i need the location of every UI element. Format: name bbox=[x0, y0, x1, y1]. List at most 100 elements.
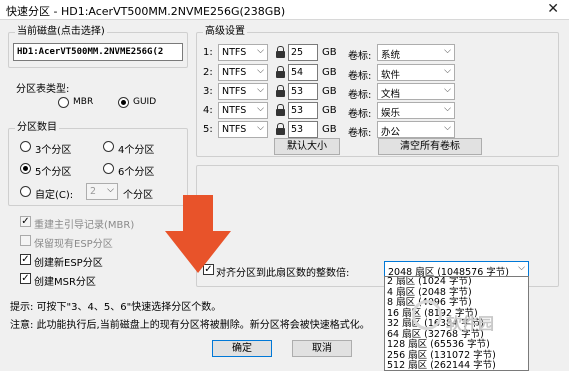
align-option[interactable]: 2 扇区 (1024 字节) bbox=[385, 277, 528, 288]
clear-labels-button[interactable]: 清空所有卷标 bbox=[378, 138, 482, 155]
lock-icon[interactable] bbox=[276, 66, 285, 79]
unit-label: GB bbox=[322, 105, 337, 116]
hint-tip: 提示: 可按下"3、4、5、6"快速选择分区个数。 bbox=[10, 302, 222, 313]
fs-value: NTFS bbox=[222, 105, 247, 116]
size-input[interactable]: 53 bbox=[288, 83, 318, 100]
row-index: 4: bbox=[203, 105, 213, 116]
radio-mbr[interactable] bbox=[58, 97, 69, 108]
volume-label-select[interactable]: 娱乐 ⌵ bbox=[377, 102, 455, 119]
row-index: 1: bbox=[203, 47, 213, 58]
title-bar: 快速分区 - HD1:AcerVT500MM.2NVME256G(238GB) … bbox=[0, 0, 569, 20]
down-arrow-icon bbox=[165, 195, 231, 273]
create-esp-label: 创建新ESP分区 bbox=[34, 258, 103, 269]
fs-value: NTFS bbox=[222, 67, 247, 78]
rebuild-mbr-label: 重建主引导记录(MBR) bbox=[34, 220, 135, 231]
create-msr-label: 创建MSR分区 bbox=[34, 277, 96, 288]
chevron-down-icon: ⌵ bbox=[444, 46, 451, 56]
keep-esp-label: 保留现有ESP分区 bbox=[34, 239, 113, 250]
volume-label-select[interactable]: 系统 ⌵ bbox=[377, 44, 455, 61]
volume-label-value: 文档 bbox=[381, 89, 401, 100]
chevron-down-icon: ⌵ bbox=[444, 104, 451, 114]
hint-warning: 注意: 此功能执行后,当前磁盘上的现有分区将被删除。新分区将会被快速格式化。 bbox=[10, 320, 370, 331]
volume-label-value: 办公 bbox=[381, 127, 401, 138]
fs-select[interactable]: NTFS ⌵ bbox=[218, 102, 268, 119]
fs-value: NTFS bbox=[222, 124, 247, 135]
size-input[interactable]: 53 bbox=[288, 102, 318, 119]
chevron-down-icon: ⌵ bbox=[107, 185, 114, 195]
guid-label: GUID bbox=[133, 97, 157, 107]
custom-count-value: 2 bbox=[90, 186, 97, 197]
chevron-down-icon: ⌵ bbox=[444, 123, 451, 133]
lock-icon[interactable] bbox=[276, 123, 285, 136]
size-input[interactable]: 25 bbox=[288, 44, 318, 61]
chevron-down-icon: ⌵ bbox=[444, 66, 451, 76]
radio-guid[interactable] bbox=[118, 97, 129, 108]
create-msr-checkbox[interactable]: ✓ bbox=[20, 273, 31, 284]
radio-5-label: 5个分区 bbox=[35, 167, 72, 178]
radio-4-partitions[interactable] bbox=[103, 141, 114, 152]
chevron-down-icon: ⌵ bbox=[257, 85, 264, 95]
unit-label: GB bbox=[322, 67, 337, 78]
unit-label: GB bbox=[322, 47, 337, 58]
disk-legend: 当前磁盘(点击选择) bbox=[15, 26, 107, 38]
volume-label-select[interactable]: 办公 ⌵ bbox=[377, 121, 455, 138]
size-input[interactable]: 54 bbox=[288, 64, 318, 81]
radio-6-label: 6个分区 bbox=[118, 167, 155, 178]
volume-label-select[interactable]: 文档 ⌵ bbox=[377, 83, 455, 100]
fs-select[interactable]: NTFS ⌵ bbox=[218, 44, 268, 61]
fs-value: NTFS bbox=[222, 86, 247, 97]
volume-label-caption: 卷标: bbox=[348, 71, 372, 82]
radio-6-partitions[interactable] bbox=[103, 163, 114, 174]
custom-count-select[interactable]: 2 ⌵ bbox=[86, 183, 118, 200]
volume-label-caption: 卷标: bbox=[348, 90, 372, 101]
ok-button[interactable]: 确定 bbox=[212, 340, 272, 357]
chevron-down-icon: ⌵ bbox=[518, 263, 525, 273]
advanced-legend: 高级设置 bbox=[203, 26, 247, 38]
mbr-label: MBR bbox=[73, 97, 94, 107]
fs-select[interactable]: NTFS ⌵ bbox=[218, 83, 268, 100]
chevron-down-icon: ⌵ bbox=[444, 85, 451, 95]
volume-label-value: 娱乐 bbox=[381, 108, 401, 119]
align-option[interactable]: 512 扇区 (262144 字节) bbox=[385, 360, 528, 370]
partition-count-legend: 分区数目 bbox=[15, 122, 59, 134]
radio-custom[interactable] bbox=[20, 186, 31, 197]
volume-label-value: 系统 bbox=[381, 50, 401, 61]
chevron-down-icon: ⌵ bbox=[257, 123, 264, 133]
chevron-down-icon: ⌵ bbox=[257, 46, 264, 56]
window-title: 快速分区 - HD1:AcerVT500MM.2NVME256G(238GB) bbox=[6, 5, 286, 18]
volume-label-select[interactable]: 软件 ⌵ bbox=[377, 64, 455, 81]
radio-3-partitions[interactable] bbox=[20, 141, 31, 152]
volume-label-caption: 卷标: bbox=[348, 51, 372, 62]
keep-esp-checkbox[interactable] bbox=[20, 235, 31, 246]
fs-select[interactable]: NTFS ⌵ bbox=[218, 121, 268, 138]
fs-select[interactable]: NTFS ⌵ bbox=[218, 64, 268, 81]
watermark-text: 软件园 bbox=[446, 314, 495, 333]
lock-icon[interactable] bbox=[276, 104, 285, 117]
custom-label: 自定(C): bbox=[35, 190, 74, 201]
row-index: 2: bbox=[203, 67, 213, 78]
default-size-button[interactable]: 默认大小 bbox=[274, 138, 340, 155]
lock-icon[interactable] bbox=[276, 46, 285, 59]
cancel-button[interactable]: 取消 bbox=[292, 340, 352, 357]
watermark-logo-icon bbox=[412, 300, 442, 330]
unit-label: GB bbox=[322, 86, 337, 97]
disk-select-field[interactable]: HD1:AcerVT500MM.2NVME256G(2 bbox=[13, 43, 183, 61]
volume-label-caption: 卷标: bbox=[348, 128, 372, 139]
lock-icon[interactable] bbox=[276, 85, 285, 98]
radio-5-partitions[interactable] bbox=[20, 163, 31, 174]
volume-label-caption: 卷标: bbox=[348, 109, 372, 120]
custom-suffix: 个分区 bbox=[123, 190, 153, 201]
align-option[interactable]: 8 扇区 (4096 字节) bbox=[385, 297, 528, 309]
disk-group: 当前磁盘(点击选择) HD1:AcerVT500MM.2NVME256G(2 bbox=[8, 26, 188, 68]
rebuild-mbr-checkbox[interactable]: ✓ bbox=[20, 216, 31, 227]
align-label: 对齐分区到此扇区数的整数倍: bbox=[216, 268, 350, 279]
align-option[interactable]: 128 扇区 (65536 字节) bbox=[385, 339, 528, 351]
radio-3-label: 3个分区 bbox=[35, 145, 72, 156]
row-index: 3: bbox=[203, 86, 213, 97]
close-icon[interactable]: ✕ bbox=[547, 1, 559, 17]
unit-label: GB bbox=[322, 124, 337, 135]
radio-4-label: 4个分区 bbox=[118, 145, 155, 156]
create-esp-checkbox[interactable]: ✓ bbox=[20, 254, 31, 265]
size-input[interactable]: 53 bbox=[288, 121, 318, 138]
volume-label-value: 软件 bbox=[381, 70, 401, 81]
